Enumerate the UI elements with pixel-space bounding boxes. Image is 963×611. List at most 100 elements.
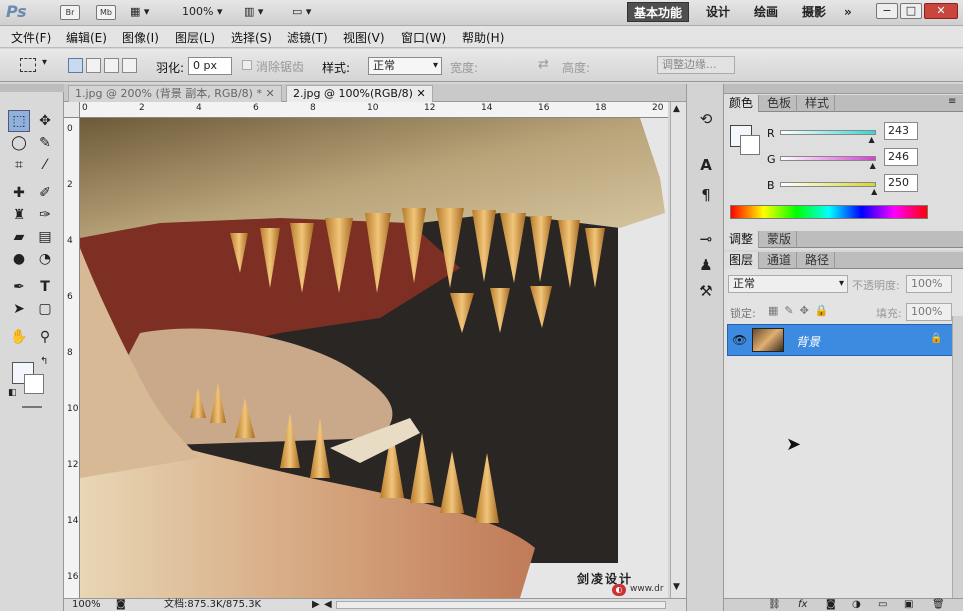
swap-width-height-icon[interactable]: ⇄ xyxy=(538,57,549,72)
tab-masks[interactable]: 蒙版 xyxy=(762,231,798,248)
eraser-tool-icon[interactable]: ▰ xyxy=(8,226,30,248)
close-tab-icon[interactable]: ✕ xyxy=(416,87,425,100)
new-selection-button[interactable] xyxy=(68,58,83,73)
status-arrow-icon[interactable]: ▶ xyxy=(312,599,320,611)
tab-layers[interactable]: 图层 xyxy=(724,252,760,269)
tool-presets-icon[interactable]: ⚒ xyxy=(695,280,717,302)
screen-mode-dropdown[interactable]: ▭ ▾ xyxy=(292,5,311,18)
add-to-selection-button[interactable] xyxy=(86,58,101,73)
minimize-button[interactable]: − xyxy=(876,3,898,19)
link-layers-icon[interactable]: ⛓ xyxy=(768,599,781,610)
channel-b-slider[interactable]: ▲ xyxy=(780,182,877,196)
brush-tool-icon[interactable]: ✐ xyxy=(34,182,56,204)
slider-thumb-icon[interactable]: ▲ xyxy=(868,135,874,144)
subtract-from-selection-button[interactable] xyxy=(104,58,119,73)
channel-r-input[interactable]: 243 xyxy=(884,122,918,140)
menu-filter[interactable]: 滤镜(T) xyxy=(287,29,328,46)
eye-visibility-icon[interactable]: 👁 xyxy=(732,333,747,347)
ruler-origin[interactable] xyxy=(64,102,80,118)
pen-tool-icon[interactable]: ✒ xyxy=(8,276,30,298)
menu-image[interactable]: 图像(I) xyxy=(122,29,159,46)
channel-r-slider[interactable]: ▲ xyxy=(780,130,876,144)
background-color-preview[interactable] xyxy=(740,135,760,155)
channel-g-slider[interactable]: ▲ xyxy=(780,156,876,170)
quick-mask-icon[interactable] xyxy=(22,406,42,408)
new-layer-icon[interactable]: ▣ xyxy=(904,599,913,610)
more-workspaces-button[interactable]: » xyxy=(838,2,858,22)
tab-document-1[interactable]: 1.jpg @ 200% (背景 副本, RGB/8) * ✕ xyxy=(68,85,282,102)
status-zoom[interactable]: 100% xyxy=(72,599,101,611)
channel-b-input[interactable]: 250 xyxy=(884,174,918,192)
gradient-tool-icon[interactable]: ▤ xyxy=(34,226,56,248)
arrange-documents-dropdown[interactable]: ▥ ▾ xyxy=(244,5,263,18)
eyedropper-tool-icon[interactable]: ⁄ xyxy=(34,154,56,176)
workspace-design[interactable]: 设计 xyxy=(700,2,736,22)
adjustment-layer-icon[interactable]: ◑ xyxy=(852,599,861,610)
menu-edit[interactable]: 编辑(E) xyxy=(66,29,107,46)
default-colors-icon[interactable]: ◧ xyxy=(8,388,17,398)
menu-layer[interactable]: 图层(L) xyxy=(175,29,215,46)
lasso-tool-icon[interactable]: ◯ xyxy=(8,132,30,154)
lock-options-icons[interactable]: ▦✎✥🔒 xyxy=(768,304,835,317)
panel-menu-icon[interactable]: ≡ xyxy=(948,96,956,107)
document-canvas[interactable]: 剑凌设计 ◐ www.dr xyxy=(80,118,668,598)
bridge-button[interactable]: Br xyxy=(60,5,80,20)
slider-thumb-icon[interactable]: ▲ xyxy=(871,187,877,196)
scroll-down-icon[interactable]: ▼ xyxy=(673,582,680,592)
menu-file[interactable]: 文件(F) xyxy=(11,29,51,46)
layer-name[interactable]: 背景 xyxy=(796,333,820,350)
view-extras-dropdown[interactable]: ▦ ▾ xyxy=(130,5,149,18)
status-info-icon[interactable]: ◙ xyxy=(116,599,126,611)
workspace-painting[interactable]: 绘画 xyxy=(748,2,784,22)
refine-edge-button[interactable]: 调整边缘... xyxy=(657,56,735,74)
tab-adjustments[interactable]: 调整 xyxy=(724,231,760,248)
layer-style-icon[interactable]: fx xyxy=(798,599,807,610)
clone-stamp-tool-icon[interactable]: ♜ xyxy=(8,204,30,226)
zoom-level-dropdown[interactable]: 100% ▾ xyxy=(182,5,222,18)
healing-brush-tool-icon[interactable]: ✚ xyxy=(8,182,30,204)
tab-swatches[interactable]: 色板 xyxy=(762,95,798,112)
horizontal-ruler[interactable]: 0 2 4 6 8 10 12 14 16 18 20 xyxy=(80,102,668,118)
new-group-icon[interactable]: ▭ xyxy=(878,599,887,610)
vertical-ruler[interactable]: 0 2 4 6 8 10 12 14 16 xyxy=(64,118,80,598)
tab-paths[interactable]: 路径 xyxy=(800,252,836,269)
type-tool-icon[interactable]: T xyxy=(34,276,56,298)
tab-styles[interactable]: 样式 xyxy=(800,95,836,112)
workspace-essentials[interactable]: 基本功能 xyxy=(627,2,690,22)
layer-row[interactable]: 👁 背景 🔒 xyxy=(727,324,953,356)
shape-tool-icon[interactable]: ▢ xyxy=(34,298,56,320)
move-tool-icon[interactable]: ✥ xyxy=(34,110,56,132)
clone-source-icon[interactable]: ♟ xyxy=(695,254,717,276)
horizontal-scrollbar[interactable] xyxy=(336,601,666,609)
mini-bridge-button[interactable]: Mb xyxy=(96,5,116,20)
character-panel-icon[interactable]: A xyxy=(695,154,717,176)
history-brush-tool-icon[interactable]: ✑ xyxy=(34,204,56,226)
paragraph-panel-icon[interactable]: ¶ xyxy=(695,184,717,206)
scroll-left-icon[interactable]: ◀ xyxy=(324,599,332,611)
vertical-scrollbar[interactable]: ▲ ▼ xyxy=(670,102,686,598)
background-color-swatch[interactable] xyxy=(24,374,44,394)
fill-input[interactable]: 100% xyxy=(906,303,952,321)
feather-input[interactable]: 0 px xyxy=(188,57,232,75)
tab-document-2[interactable]: 2.jpg @ 100%(RGB/8) ✕ xyxy=(286,85,433,102)
dodge-tool-icon[interactable]: ◔ xyxy=(34,248,56,270)
close-button[interactable]: ✕ xyxy=(924,3,958,19)
style-select[interactable]: 正常 ▾ xyxy=(368,57,442,75)
menu-help[interactable]: 帮助(H) xyxy=(462,29,504,46)
crop-tool-icon[interactable]: ⌗ xyxy=(8,154,30,176)
quick-select-tool-icon[interactable]: ✎ xyxy=(34,132,56,154)
layer-mask-icon[interactable]: ◙ xyxy=(826,599,836,610)
tab-color[interactable]: 颜色 xyxy=(724,95,760,112)
blur-tool-icon[interactable]: ● xyxy=(8,248,30,270)
history-panel-icon[interactable]: ⟲ xyxy=(695,108,717,130)
slider-thumb-icon[interactable]: ▲ xyxy=(870,161,876,170)
scroll-up-icon[interactable]: ▲ xyxy=(673,104,680,114)
blend-mode-select[interactable]: 正常 ▾ xyxy=(728,275,848,293)
menu-view[interactable]: 视图(V) xyxy=(343,29,385,46)
delete-layer-icon[interactable]: 🗑 xyxy=(932,599,945,610)
path-select-tool-icon[interactable]: ➤ xyxy=(8,298,30,320)
maximize-button[interactable]: □ xyxy=(900,3,922,19)
marquee-preset-icon[interactable] xyxy=(20,58,36,72)
tool-preset-chevron-icon[interactable]: ▾ xyxy=(42,57,47,68)
brush-presets-icon[interactable]: ⊸ xyxy=(695,228,717,250)
